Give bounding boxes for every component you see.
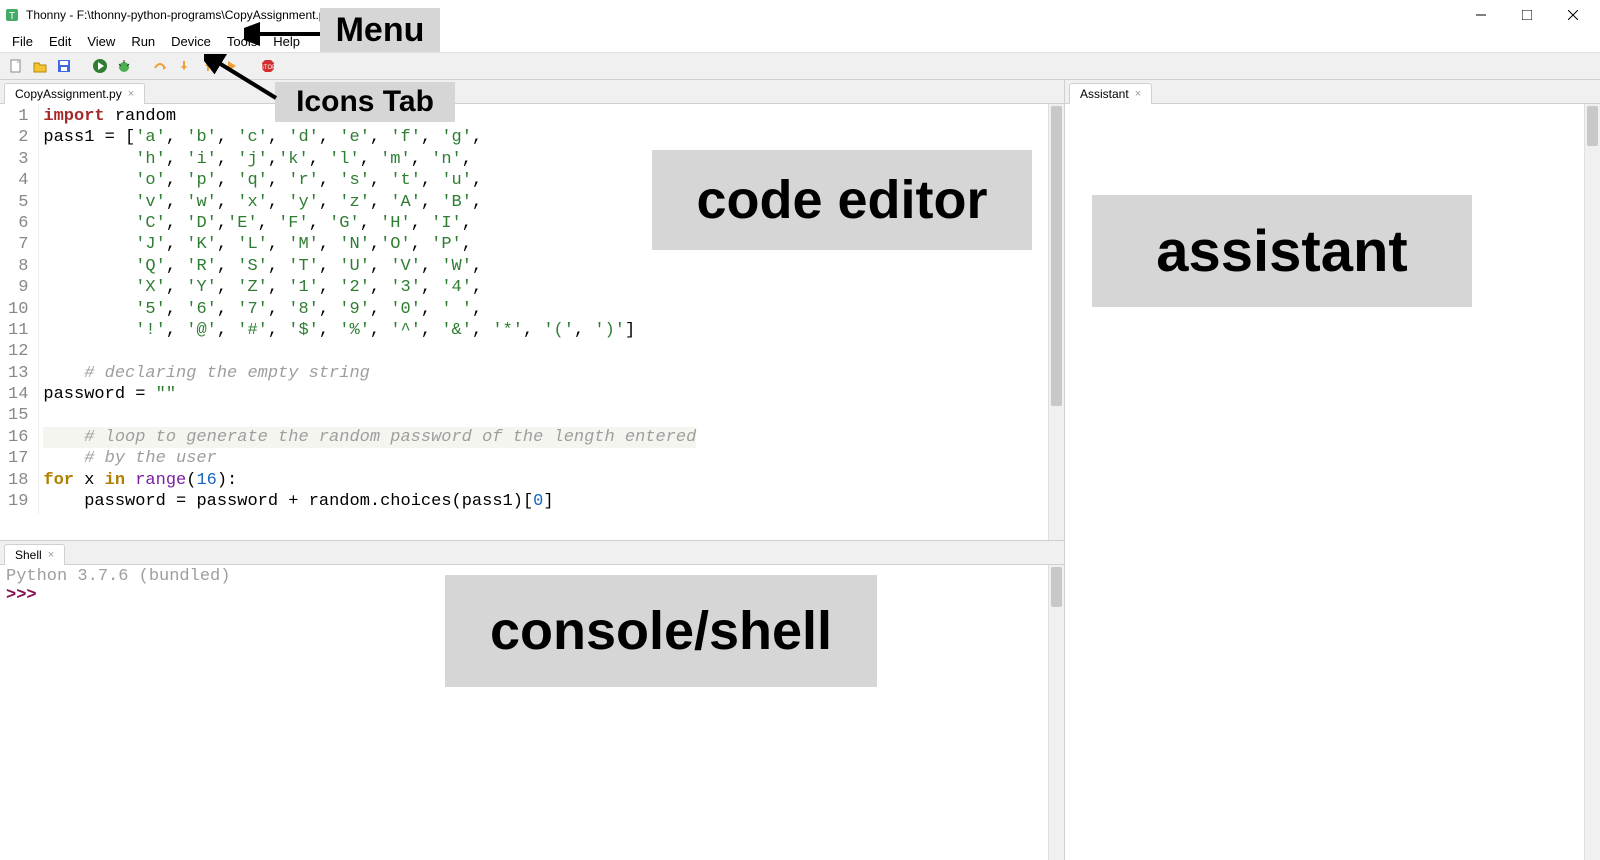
toolbar: STOP <box>0 52 1600 80</box>
code-line[interactable]: for x in range(16): <box>43 470 696 491</box>
minimize-button[interactable] <box>1458 0 1504 30</box>
code-line[interactable]: 'o', 'p', 'q', 'r', 's', 't', 'u', <box>43 170 696 191</box>
code-line[interactable] <box>43 341 696 362</box>
save-file-icon[interactable] <box>54 56 74 76</box>
line-number: 2 <box>8 127 28 148</box>
new-file-icon[interactable] <box>6 56 26 76</box>
line-number: 3 <box>8 149 28 170</box>
stop-icon[interactable]: STOP <box>258 56 278 76</box>
close-button[interactable] <box>1550 0 1596 30</box>
shell-tab-label: Shell <box>15 548 42 562</box>
line-number: 10 <box>8 299 28 320</box>
shell-panel: Shell × Python 3.7.6 (bundled) >>> <box>0 540 1064 860</box>
line-number: 18 <box>8 470 28 491</box>
line-number: 6 <box>8 213 28 234</box>
menu-run[interactable]: Run <box>123 32 163 51</box>
line-number: 12 <box>8 341 28 362</box>
step-into-icon[interactable] <box>174 56 194 76</box>
debug-icon[interactable] <box>114 56 134 76</box>
maximize-button[interactable] <box>1504 0 1550 30</box>
code-line[interactable]: # loop to generate the random password o… <box>43 427 696 448</box>
line-number: 14 <box>8 384 28 405</box>
line-number: 19 <box>8 491 28 512</box>
resume-icon[interactable] <box>222 56 242 76</box>
shell-scrollbar[interactable] <box>1048 565 1064 860</box>
code-editor[interactable]: 12345678910111213141516171819 import ran… <box>0 104 1064 540</box>
code-line[interactable]: 'v', 'w', 'x', 'y', 'z', 'A', 'B', <box>43 192 696 213</box>
menu-bar: FileEditViewRunDeviceToolsHelp <box>0 30 1600 52</box>
close-icon[interactable]: × <box>1135 88 1141 100</box>
line-number: 15 <box>8 405 28 426</box>
code-line[interactable]: # declaring the empty string <box>43 363 696 384</box>
editor-scrollbar[interactable] <box>1048 104 1064 540</box>
line-number: 11 <box>8 320 28 341</box>
code-line[interactable]: password = password + random.choices(pas… <box>43 491 696 512</box>
line-number: 16 <box>8 427 28 448</box>
assistant-tabstrip: Assistant × <box>1065 80 1600 104</box>
close-icon[interactable]: × <box>48 549 54 561</box>
code-line[interactable]: pass1 = ['a', 'b', 'c', 'd', 'e', 'f', '… <box>43 127 696 148</box>
code-line[interactable] <box>43 405 696 426</box>
shell-output[interactable]: Python 3.7.6 (bundled) >>> <box>0 565 1064 860</box>
code-line[interactable]: 'Q', 'R', 'S', 'T', 'U', 'V', 'W', <box>43 256 696 277</box>
menu-view[interactable]: View <box>79 32 123 51</box>
line-number: 9 <box>8 277 28 298</box>
assistant-tab[interactable]: Assistant × <box>1069 83 1152 104</box>
menu-tools[interactable]: Tools <box>219 32 265 51</box>
window-titlebar: T Thonny - F:\thonny-python-programs\Cop… <box>0 0 1600 30</box>
svg-text:T: T <box>9 11 15 22</box>
code-line[interactable]: '5', '6', '7', '8', '9', '0', ' ', <box>43 299 696 320</box>
code-text[interactable]: import randompass1 = ['a', 'b', 'c', 'd'… <box>39 104 700 514</box>
step-over-icon[interactable] <box>150 56 170 76</box>
line-number: 13 <box>8 363 28 384</box>
close-icon[interactable]: × <box>128 88 134 100</box>
code-line[interactable]: 'h', 'i', 'j','k', 'l', 'm', 'n', <box>43 149 696 170</box>
code-line[interactable]: import random <box>43 106 696 127</box>
code-line[interactable]: 'X', 'Y', 'Z', '1', '2', '3', '4', <box>43 277 696 298</box>
line-number: 7 <box>8 234 28 255</box>
line-number: 5 <box>8 192 28 213</box>
code-line[interactable]: # by the user <box>43 448 696 469</box>
svg-text:STOP: STOP <box>260 65 276 71</box>
menu-device[interactable]: Device <box>163 32 219 51</box>
code-line[interactable]: 'C', 'D','E', 'F', 'G', 'H', 'I', <box>43 213 696 234</box>
shell-tabstrip: Shell × <box>0 541 1064 565</box>
assistant-panel <box>1065 104 1600 860</box>
shell-banner: Python 3.7.6 (bundled) <box>6 567 1058 586</box>
editor-tabstrip: CopyAssignment.py × <box>0 80 1064 104</box>
menu-edit[interactable]: Edit <box>41 32 79 51</box>
line-number: 8 <box>8 256 28 277</box>
shell-prompt: >>> <box>6 586 37 605</box>
step-out-icon[interactable] <box>198 56 218 76</box>
line-number: 17 <box>8 448 28 469</box>
line-number: 1 <box>8 106 28 127</box>
editor-tab-label: CopyAssignment.py <box>15 87 122 101</box>
code-line[interactable]: password = "" <box>43 384 696 405</box>
editor-tab[interactable]: CopyAssignment.py × <box>4 83 145 104</box>
window-title: Thonny - F:\thonny-python-programs\CopyA… <box>26 8 1458 22</box>
shell-tab[interactable]: Shell × <box>4 544 65 565</box>
code-line[interactable]: 'J', 'K', 'L', 'M', 'N','O', 'P', <box>43 234 696 255</box>
assistant-tab-label: Assistant <box>1080 87 1129 101</box>
line-gutter: 12345678910111213141516171819 <box>0 104 39 514</box>
app-icon: T <box>4 7 20 23</box>
open-file-icon[interactable] <box>30 56 50 76</box>
run-icon[interactable] <box>90 56 110 76</box>
line-number: 4 <box>8 170 28 191</box>
menu-file[interactable]: File <box>4 32 41 51</box>
menu-help[interactable]: Help <box>265 32 308 51</box>
code-line[interactable]: '!', '@', '#', '$', '%', '^', '&', '*', … <box>43 320 696 341</box>
assistant-scrollbar[interactable] <box>1584 104 1600 860</box>
